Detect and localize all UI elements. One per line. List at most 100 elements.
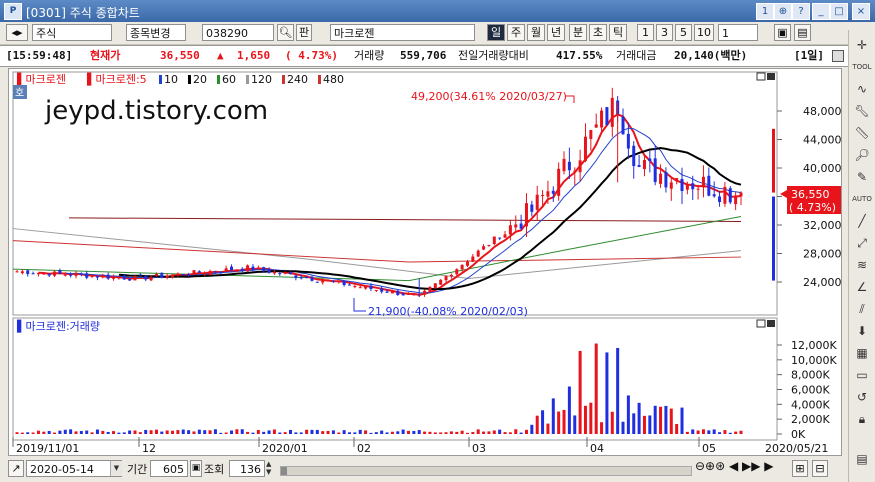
pin-button[interactable]: ⊕ xyxy=(774,3,792,20)
toolbar: ◂▸ 주식 ▼ 종목변경 ▼ 038290 ▼ 🔍︎ 판 신 마크로젠 일 주 … xyxy=(0,22,848,62)
period-month-button[interactable]: 월 xyxy=(527,24,545,41)
chart-area[interactable]: ▌마크로젠 ▌마크로젠:5 10 20 60 120 240 480 호 jeypd.ti… xyxy=(8,68,842,456)
volume-bar xyxy=(283,432,287,434)
candle-body xyxy=(138,274,142,276)
stock-change-select[interactable]: 종목변경 xyxy=(126,24,186,41)
undo-icon[interactable]: ↺ xyxy=(852,388,872,406)
volume-bar xyxy=(240,429,244,434)
search-icon[interactable]: 🔍︎ xyxy=(277,24,294,41)
market-select[interactable]: 주식 xyxy=(32,24,112,41)
candle-body xyxy=(208,271,212,275)
volume-tick-label: 10,000K xyxy=(791,354,837,367)
window-number-button[interactable]: 1 xyxy=(756,3,774,20)
chart-type-icon[interactable]: ↗ xyxy=(8,460,24,477)
wave-icon[interactable]: ∿ xyxy=(852,80,872,98)
scroll-thumb[interactable] xyxy=(281,467,287,475)
candle-body xyxy=(589,130,593,139)
channel-icon[interactable]: ⫽ xyxy=(852,300,872,318)
download-icon[interactable]: ⬇ xyxy=(852,322,872,340)
price-change: 1,650 xyxy=(237,49,271,62)
grid-icon[interactable]: ▦ xyxy=(852,344,872,362)
trend-icon[interactable]: ⤢ xyxy=(852,234,872,252)
interval-3-button[interactable]: 3 xyxy=(656,24,673,41)
nav-arrows-button[interactable]: ◂▸ xyxy=(6,24,28,41)
volume-bar xyxy=(353,432,357,434)
candle-body xyxy=(101,275,105,278)
candle-body xyxy=(712,194,716,197)
close-button[interactable]: × xyxy=(852,3,870,20)
interval-1-button[interactable]: 1 xyxy=(637,24,654,41)
calendar-icon[interactable]: ▤ xyxy=(852,450,872,468)
ruler-icon[interactable]: 📏︎ xyxy=(852,124,872,142)
interval-5-button[interactable]: 5 xyxy=(675,24,692,41)
tool-icon[interactable]: TOOL xyxy=(852,58,872,76)
pan-button[interactable]: 판 xyxy=(296,24,312,41)
volume-bar xyxy=(256,429,260,434)
volume-bar xyxy=(476,429,480,434)
volume-bar xyxy=(423,431,427,434)
candle-body xyxy=(562,158,566,172)
cursor-icon[interactable]: ✛ xyxy=(852,36,872,54)
lock-icon[interactable]: 🔒︎ xyxy=(852,410,872,428)
candle-body xyxy=(406,293,410,295)
zoom-icon[interactable]: 🔎︎ xyxy=(852,146,872,164)
volume-bar xyxy=(235,429,239,434)
stock-code-input[interactable]: 038290 xyxy=(202,24,274,41)
candle-body xyxy=(256,267,260,270)
candle-body xyxy=(251,266,255,271)
x-tick-label: 02 xyxy=(357,442,371,455)
interval-10-button[interactable]: 10 xyxy=(694,24,714,41)
view-count-input[interactable]: 136 xyxy=(229,460,265,477)
window-icon[interactable]: ▭ xyxy=(852,366,872,384)
candle-body xyxy=(508,225,512,235)
lookup-checkbox[interactable]: ▣ xyxy=(190,460,202,477)
zoom-tools[interactable]: ⊖⊕⊛ ◀ ▶▶ ▶ xyxy=(695,459,774,473)
volume-bar xyxy=(246,431,250,434)
volume-bar xyxy=(653,405,657,434)
volume-bar xyxy=(567,386,571,434)
period-input[interactable]: 605 xyxy=(150,460,188,477)
period-second-button[interactable]: 초 xyxy=(589,24,607,41)
auto-icon[interactable]: AUTO xyxy=(852,190,872,208)
candle-body xyxy=(739,192,743,197)
period-tick-button[interactable]: 틱 xyxy=(609,24,627,41)
candle-body xyxy=(294,275,298,278)
pencil-icon[interactable]: ✎ xyxy=(852,168,872,186)
chevron-down-icon[interactable]: ▼ xyxy=(110,461,122,476)
wrench-icon[interactable]: 🔧︎ xyxy=(852,102,872,120)
volume-bar xyxy=(133,430,137,434)
period-indicator: [1일] xyxy=(794,49,824,62)
line-icon[interactable]: ╱ xyxy=(852,212,872,230)
spinner-icon[interactable]: ▲ ▼ xyxy=(266,460,276,477)
candle-body xyxy=(482,246,486,250)
candle-body xyxy=(396,290,400,296)
period-week-button[interactable]: 주 xyxy=(507,24,525,41)
date-input[interactable]: 2020-05-14 xyxy=(26,460,122,477)
period-label: 기간 xyxy=(127,463,148,476)
maximize-button[interactable]: □ xyxy=(830,3,848,20)
toggle-box-icon[interactable] xyxy=(832,50,844,62)
down-gauge xyxy=(772,196,775,281)
volume-bar xyxy=(20,432,24,434)
volume-tick-label: 2,000K xyxy=(791,413,830,426)
view-count-value: 136 xyxy=(240,463,261,476)
period-year-button[interactable]: 년 xyxy=(547,24,565,41)
angle-icon[interactable]: ∠ xyxy=(852,278,872,296)
prev-page-button[interactable]: ⊞ xyxy=(792,460,808,477)
volume-bar xyxy=(600,422,604,434)
scroll-track[interactable] xyxy=(280,466,692,476)
period-minute-button[interactable]: 분 xyxy=(569,24,587,41)
minimize-button[interactable]: _ xyxy=(812,3,830,20)
save-icon[interactable]: ▣ xyxy=(774,24,791,41)
volume-bar xyxy=(449,431,453,434)
volume-bar xyxy=(117,432,121,434)
next-page-button[interactable]: ⊟ xyxy=(812,460,828,477)
interval-input[interactable]: 1 xyxy=(718,24,758,41)
volume-bar xyxy=(551,398,555,434)
help-button[interactable]: ? xyxy=(792,3,810,20)
volume-bar xyxy=(315,429,319,434)
period-day-button[interactable]: 일 xyxy=(487,24,505,41)
fibonacci-icon[interactable]: ≋ xyxy=(852,256,872,274)
settings-icon[interactable]: ▤ xyxy=(794,24,811,41)
volume-bar xyxy=(85,430,89,434)
